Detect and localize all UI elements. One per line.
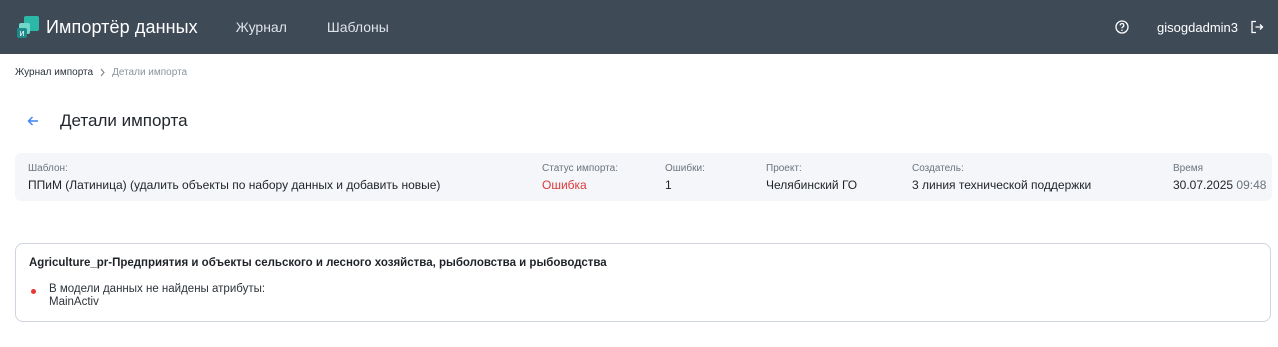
error-layer-title: Agriculture_pr-Предприятия и объекты сел… [29, 257, 607, 269]
project-label: Проект: [766, 163, 802, 174]
creator-label: Создатель: [912, 163, 964, 174]
error-bullet-icon [31, 289, 36, 294]
errors-label: Ошибки: [665, 163, 705, 174]
logout-icon[interactable] [1248, 18, 1266, 36]
list-item: В модели данных не найдены атрибуты: Mai… [29, 283, 265, 309]
top-navigation-bar: И Импортёр данных Журнал Шаблоны gisogda… [0, 0, 1278, 54]
time-label: Время [1173, 163, 1204, 174]
user-area: gisogdadmin3 [1113, 0, 1266, 54]
app-title: Импортёр данных [46, 16, 198, 37]
time-clock: 09:48 [1236, 178, 1267, 192]
time-date: 30.07.2025 [1173, 178, 1234, 192]
status-field: Статус импорта: Ошибка [542, 163, 618, 192]
template-value: ППиМ (Латиница) (удалить объекты по набо… [28, 178, 441, 192]
import-summary-card: Шаблон: ППиМ (Латиница) (удалить объекты… [15, 153, 1272, 201]
breadcrumb-link-journal[interactable]: Журнал импорта [15, 67, 93, 78]
breadcrumb-current: Детали импорта [112, 67, 188, 78]
creator-field: Создатель: 3 линия технической поддержки [912, 163, 1091, 192]
error-message-text: В модели данных не найдены атрибуты: [49, 283, 266, 295]
status-label: Статус импорта: [542, 163, 618, 174]
error-message: В модели данных не найдены атрибуты: Mai… [49, 283, 265, 309]
help-circle-icon[interactable] [1113, 18, 1131, 36]
template-field: Шаблон: ППиМ (Латиница) (удалить объекты… [28, 163, 440, 192]
creator-value: 3 линия технической поддержки [912, 178, 1092, 192]
importer-logo-icon: И [16, 15, 40, 39]
time-value: 30.07.2025 09:48 [1173, 178, 1266, 192]
template-label: Шаблон: [28, 163, 68, 174]
error-message-detail: MainActiv [49, 296, 99, 308]
project-field: Проект: Челябинский ГО [766, 163, 857, 192]
errors-field: Ошибки: 1 [665, 163, 705, 192]
time-field: Время 30.07.2025 09:48 [1173, 163, 1266, 192]
errors-count: 1 [665, 178, 672, 192]
nav-item-journal[interactable]: Журнал [236, 19, 287, 35]
arrow-left-icon[interactable] [24, 110, 42, 132]
main-nav: Журнал Шаблоны [236, 19, 429, 35]
page-header: Детали импорта [24, 110, 188, 132]
app-brand[interactable]: И Импортёр данных [16, 15, 198, 39]
chevron-right-icon [99, 68, 106, 77]
svg-text:И: И [19, 30, 24, 38]
error-details-card: Agriculture_pr-Предприятия и объекты сел… [15, 243, 1271, 322]
status-badge: Ошибка [542, 178, 587, 192]
breadcrumb: Журнал импорта Детали импорта [15, 67, 187, 78]
project-value: Челябинский ГО [766, 178, 858, 192]
username[interactable]: gisogdadmin3 [1157, 20, 1238, 35]
page-title: Детали импорта [60, 111, 188, 130]
nav-item-templates[interactable]: Шаблоны [327, 19, 389, 35]
